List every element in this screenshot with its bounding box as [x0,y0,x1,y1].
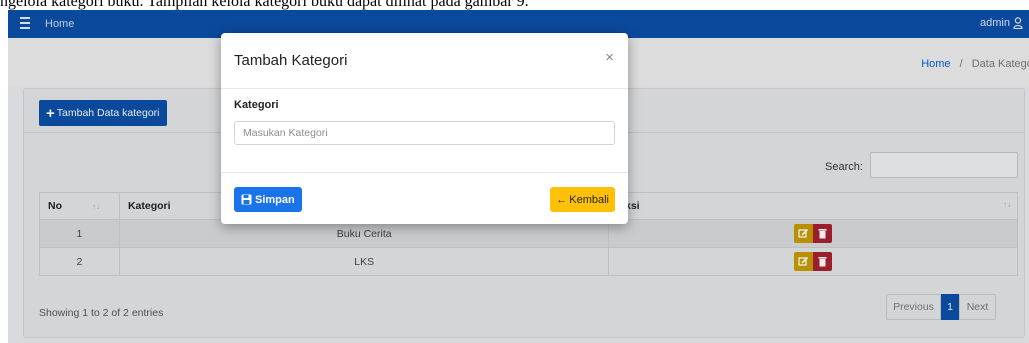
plus-icon: + [46,104,55,122]
cell-no: 1 [39,219,120,248]
pagination: Previous 1 Next [886,294,996,320]
cell-aksi [608,219,1018,248]
add-category-button[interactable]: + Tambah Data kategori [39,100,167,126]
pagination-next[interactable]: Next [959,294,996,320]
breadcrumb-separator: / [959,58,963,70]
back-button[interactable]: ← Kembali [550,187,615,212]
user-name: admin [980,17,1010,29]
breadcrumb: Home / Data Kategori [921,58,1029,70]
trash-icon [818,257,827,267]
cell-aksi [608,247,1018,276]
hamburger-menu-icon[interactable] [20,17,30,31]
sort-icon: ↑↓ [92,202,100,211]
floppy-disk-icon [241,194,252,205]
kategori-input[interactable] [234,121,615,145]
cell-kategori: LKS [118,247,610,276]
edit-button[interactable] [794,224,814,243]
cell-no: 2 [39,247,120,276]
user-menu[interactable]: admin [980,17,1023,29]
modal-footer: Simpan ← Kembali [221,172,628,224]
trash-icon [818,229,827,239]
nav-home-link[interactable]: Home [45,18,74,30]
delete-button[interactable] [813,224,833,243]
add-category-label: Tambah Data kategori [56,107,160,119]
user-icon [1013,17,1023,29]
close-icon[interactable]: × [605,49,614,66]
edit-button[interactable] [794,252,814,271]
delete-button[interactable] [813,252,833,271]
entries-info: Showing 1 to 2 of 2 entries [39,307,164,319]
edit-icon [798,256,809,266]
document-caption: ngelola kategori buku. Tampilan kelola k… [0,0,529,10]
add-category-modal: Tambah Kategori × Kategori Simpan ← Kemb… [221,33,628,224]
modal-header: Tambah Kategori × [221,33,628,89]
edit-icon [798,228,809,238]
header-aksi[interactable]: Aksi ↑↓ [608,192,1018,220]
save-label: Simpan [255,193,295,206]
search-input[interactable] [870,152,1018,178]
back-label: Kembali [569,193,609,206]
header-no[interactable]: No ↑↓ [39,192,120,220]
breadcrumb-current: Data Kategori [971,58,1029,70]
modal-title: Tambah Kategori [234,52,348,69]
pagination-page-1[interactable]: 1 [941,294,959,320]
pagination-previous[interactable]: Previous [886,294,941,320]
search-label: Search: [825,161,863,173]
breadcrumb-home[interactable]: Home [921,58,950,70]
arrow-left-icon: ← [556,193,568,206]
sort-icon: ↑↓ [1003,200,1011,209]
kategori-field-label: Kategori [234,99,279,111]
table-row: 2 LKS [39,247,1018,276]
save-button[interactable]: Simpan [234,187,302,212]
